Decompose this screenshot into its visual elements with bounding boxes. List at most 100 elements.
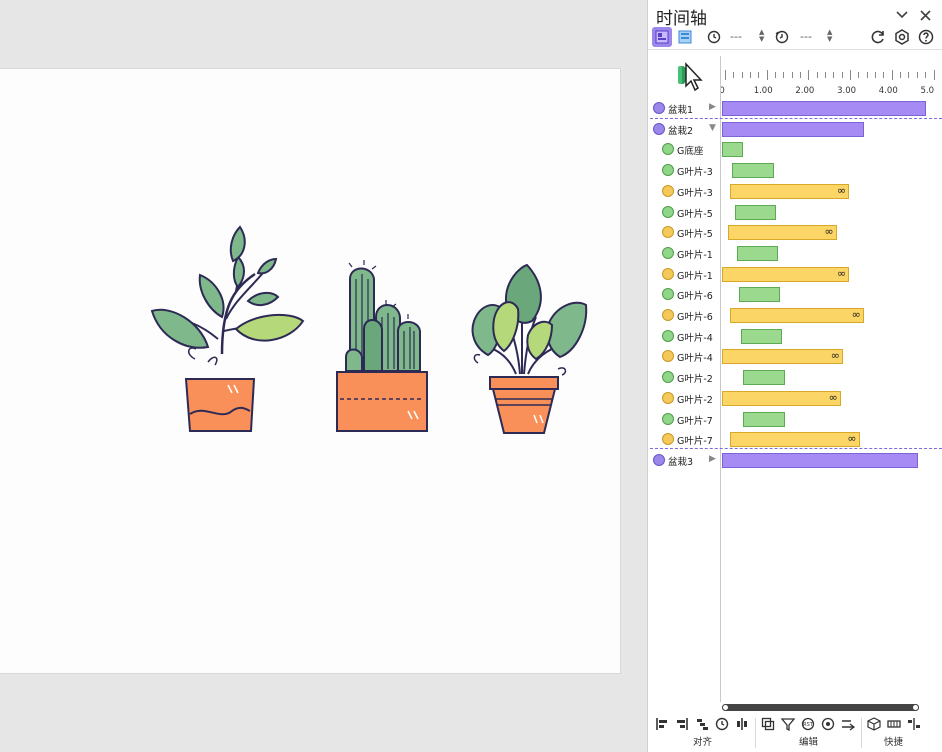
repeat-infinite-mark: ∞ — [828, 390, 838, 404]
reset-icon[interactable]: RST — [800, 716, 816, 732]
refresh-icon[interactable] — [868, 27, 888, 47]
group-row[interactable]: 盆栽1 ▶ — [648, 98, 942, 119]
slide[interactable] — [0, 68, 621, 674]
ruler-label: 00 — [721, 86, 725, 96]
duration-clock-icon[interactable] — [772, 27, 792, 47]
timeline-bar[interactable]: ∞ — [730, 308, 864, 323]
animation-row[interactable]: G叶片-6 — [648, 284, 942, 305]
quick-group-label: 快捷 — [884, 737, 904, 748]
move-right-icon[interactable] — [840, 716, 856, 732]
group-separator — [650, 447, 942, 449]
align-time-icon[interactable] — [714, 716, 730, 732]
align-left-icon[interactable] — [654, 716, 670, 732]
expand-right-icon[interactable]: ▶ — [709, 102, 716, 112]
potted-plant-2[interactable] — [336, 260, 428, 432]
settings-icon[interactable] — [892, 27, 912, 47]
filter-icon[interactable] — [780, 716, 796, 732]
animation-row[interactable]: G叶片-2 ∞ — [648, 388, 942, 409]
animation-row[interactable]: G叶片-3 — [648, 160, 942, 181]
animation-row[interactable]: G叶片-4 — [648, 326, 942, 347]
timeline-bar[interactable] — [736, 245, 779, 261]
animation-row[interactable]: G叶片-6 ∞ — [648, 305, 942, 326]
expand-down-icon[interactable]: ▼ — [709, 123, 716, 133]
animation-row[interactable]: G叶片-1 ∞ — [648, 264, 942, 285]
animation-row[interactable]: G叶片-4 ∞ — [648, 346, 942, 367]
timeline-bar[interactable]: ∞ — [722, 349, 843, 365]
ruler-tick — [891, 70, 893, 80]
bottom-toolbar: RST 对齐 编辑 快捷 — [648, 712, 942, 752]
split-icon[interactable] — [906, 716, 922, 732]
repeat-infinite-mark: ∞ — [837, 266, 847, 280]
group-dot-icon — [653, 122, 665, 135]
row-label: G底座 — [677, 146, 704, 158]
ruler-label: 1.00 — [753, 86, 773, 96]
timeline-bar[interactable] — [732, 163, 775, 179]
ruler-tick — [933, 70, 935, 80]
timeline-bar[interactable] — [742, 411, 785, 427]
align-right-icon[interactable] — [674, 716, 690, 732]
timeline-bar[interactable] — [722, 101, 927, 116]
group-dot-icon — [653, 453, 665, 466]
row-label: G叶片-4 — [677, 353, 713, 365]
ruler-tick — [725, 70, 726, 80]
timeline-bar[interactable]: ∞ — [728, 225, 837, 241]
view-mode-1-icon[interactable] — [652, 27, 672, 47]
animation-row[interactable]: G叶片-2 — [648, 367, 942, 388]
animation-row[interactable]: G叶片-3 ∞ — [648, 181, 942, 202]
emphasis-effect-dot-icon — [662, 226, 674, 239]
timeline-bar[interactable] — [740, 328, 783, 344]
align-center-icon[interactable] — [734, 716, 750, 732]
repeat-infinite-mark: ∞ — [847, 432, 857, 446]
row-label: G叶片-6 — [677, 312, 713, 323]
potted-plant-1[interactable] — [150, 225, 305, 432]
slide-bars-icon[interactable] — [886, 716, 902, 732]
duration-value[interactable]: --- — [800, 30, 812, 43]
close-panel-icon[interactable] — [916, 6, 934, 24]
timeline-bar[interactable] — [722, 452, 918, 468]
help-icon[interactable] — [916, 27, 936, 47]
ruler-label: 4.00 — [878, 86, 898, 96]
potted-plant-3[interactable] — [471, 263, 588, 434]
align-stagger-icon[interactable] — [694, 716, 710, 732]
timeline-bar[interactable] — [722, 142, 743, 158]
animation-row[interactable]: G叶片-5 ∞ — [648, 222, 942, 243]
timeline-bar[interactable]: ∞ — [730, 432, 860, 448]
ruler-tick — [925, 72, 927, 78]
horizontal-scrollbar[interactable] — [722, 704, 919, 711]
cube-icon[interactable] — [866, 716, 882, 732]
animation-row[interactable]: G底座 — [648, 139, 942, 160]
animation-row[interactable]: G叶片-1 — [648, 243, 942, 264]
animation-row[interactable]: G叶片-5 — [648, 202, 942, 223]
group-row[interactable]: 盆栽3 ▶ — [648, 450, 942, 471]
collapse-panel-icon[interactable] — [893, 6, 911, 24]
copy-icon[interactable] — [760, 716, 776, 732]
animation-row[interactable]: G叶片-7 — [648, 409, 942, 430]
timeline-bar[interactable] — [722, 121, 864, 137]
timeline-bar[interactable]: ∞ — [730, 183, 850, 199]
duration-stepper[interactable]: ▲ ▼ — [827, 29, 832, 43]
timeline-ruler[interactable]: 00 1.00 2.00 3.00 4.00 5.0 — [721, 56, 942, 98]
delay-clock-icon[interactable] — [704, 27, 724, 47]
emphasis-effect-dot-icon — [662, 309, 674, 321]
delay-value[interactable]: --- — [730, 30, 742, 43]
group-row[interactable]: 盆栽2 ▼ — [648, 119, 942, 140]
timeline-bar[interactable]: ∞ — [722, 390, 841, 406]
row-label: G叶片-7 — [677, 415, 713, 427]
emphasis-effect-dot-icon — [662, 350, 674, 363]
plants-illustration — [150, 225, 588, 434]
repeat-infinite-mark: ∞ — [851, 308, 861, 321]
target-icon[interactable] — [820, 716, 836, 732]
row-label: G叶片-2 — [677, 394, 713, 406]
expand-right-icon[interactable]: ▶ — [709, 454, 716, 464]
row-label: G叶片-1 — [677, 249, 713, 261]
view-mode-2-icon[interactable] — [675, 27, 695, 47]
ruler-tick — [800, 72, 802, 78]
timeline-bar[interactable] — [742, 370, 785, 386]
delay-stepper[interactable]: ▲ ▼ — [759, 29, 764, 43]
timeline-bar[interactable] — [734, 204, 777, 220]
timeline-bar[interactable] — [738, 287, 781, 303]
timeline-bar[interactable]: ∞ — [722, 266, 850, 282]
emphasis-effect-dot-icon — [662, 391, 674, 404]
row-label: G叶片-3 — [677, 187, 713, 199]
ruler-label: 2.00 — [795, 86, 815, 96]
